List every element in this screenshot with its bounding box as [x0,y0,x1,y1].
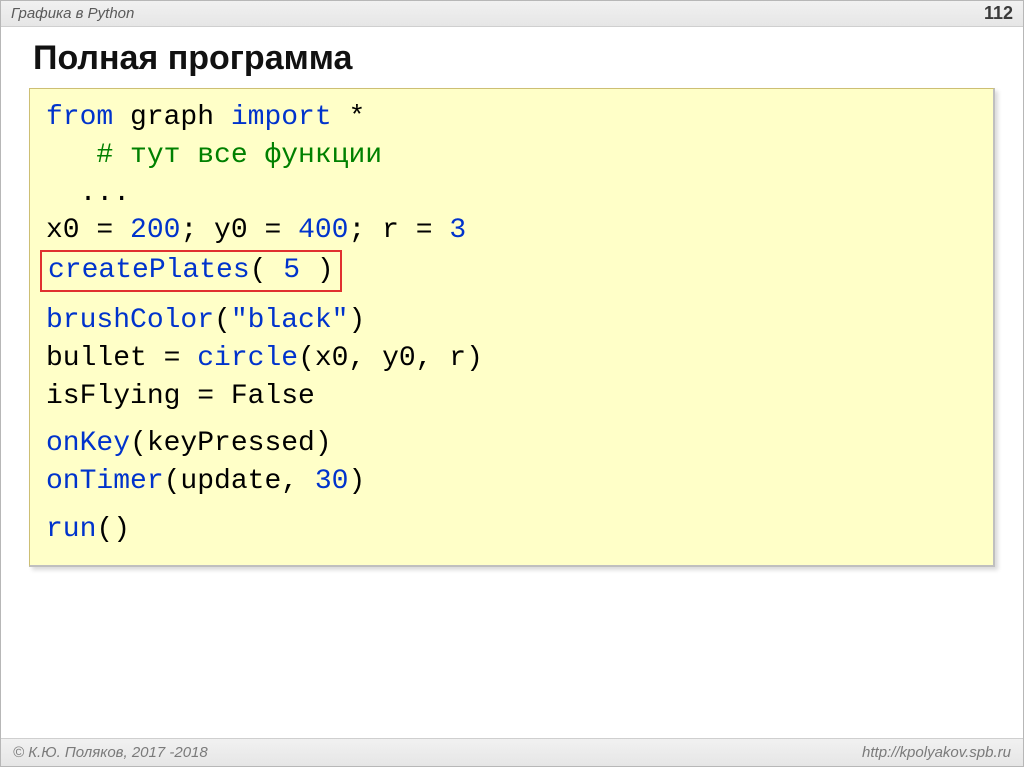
keyword-from: from [46,102,113,133]
header-bar: Графика в Python 112 [1,1,1023,27]
paren-close: ) [348,305,365,336]
paren-open: ( [250,255,284,286]
code-text: (x0, y0, r) [298,343,483,374]
string-literal: "black" [231,305,349,336]
function-call: onKey [46,428,130,459]
code-text: () [96,514,130,545]
function-call: brushColor [46,305,214,336]
header-title: Графика в Python [11,5,134,22]
function-call: circle [197,343,298,374]
keyword-import: import [231,102,332,133]
blank-gap [46,292,977,302]
code-text: ; y0 = [180,215,298,246]
code-line: x0 = 200; y0 = 400; r = 3 [46,212,977,250]
function-call: createPlates [48,255,250,286]
code-line: # тут все функции [46,137,977,175]
code-block-wrap: from graph import * # тут все функции ..… [29,88,995,567]
code-text: (update, [164,466,315,497]
code-line: isFlying = False [46,378,977,416]
code-line: bullet = circle(x0, y0, r) [46,340,977,378]
page-number: 112 [984,3,1013,24]
content-area: Полная программа from graph import * # т… [1,27,1023,738]
code-line: ... [46,175,977,213]
code-line: onTimer(update, 30) [46,463,977,501]
code-line: brushColor("black") [46,302,977,340]
number-literal: 5 [283,255,300,286]
code-text: x0 = [46,215,130,246]
footer-url: http://kpolyakov.spb.ru [862,744,1011,761]
module-name: graph [113,102,231,133]
function-call: onTimer [46,466,164,497]
paren-close: ) [300,255,334,286]
code-line-highlighted: createPlates( 5 ) [46,250,977,292]
code-text: (keyPressed) [130,428,332,459]
code-line: onKey(keyPressed) [46,425,977,463]
red-highlight-box: createPlates( 5 ) [40,250,342,292]
number-literal: 400 [298,215,348,246]
code-text: ) [348,466,365,497]
comment: # тут все функции [96,140,382,171]
number-literal: 30 [315,466,349,497]
footer-bar: © К.Ю. Поляков, 2017 -2018 http://kpolya… [1,738,1023,766]
slide-title: Полная программа [33,39,995,78]
number-literal: 3 [449,215,466,246]
copyright-text: © К.Ю. Поляков, 2017 -2018 [13,744,208,761]
code-block: from graph import * # тут все функции ..… [29,88,995,567]
blank-gap [46,415,977,425]
function-call: run [46,514,96,545]
slide: Графика в Python 112 Полная программа fr… [0,0,1024,767]
import-star: * [332,102,366,133]
code-text: ; r = [348,215,449,246]
indent [46,140,96,171]
blank-gap [46,501,977,511]
code-text: bullet = [46,343,197,374]
number-literal: 200 [130,215,180,246]
code-line: run() [46,511,977,549]
code-text: isFlying = False [46,381,315,412]
paren-open: ( [214,305,231,336]
code-line: from graph import * [46,99,977,137]
ellipsis: ... [46,178,130,209]
